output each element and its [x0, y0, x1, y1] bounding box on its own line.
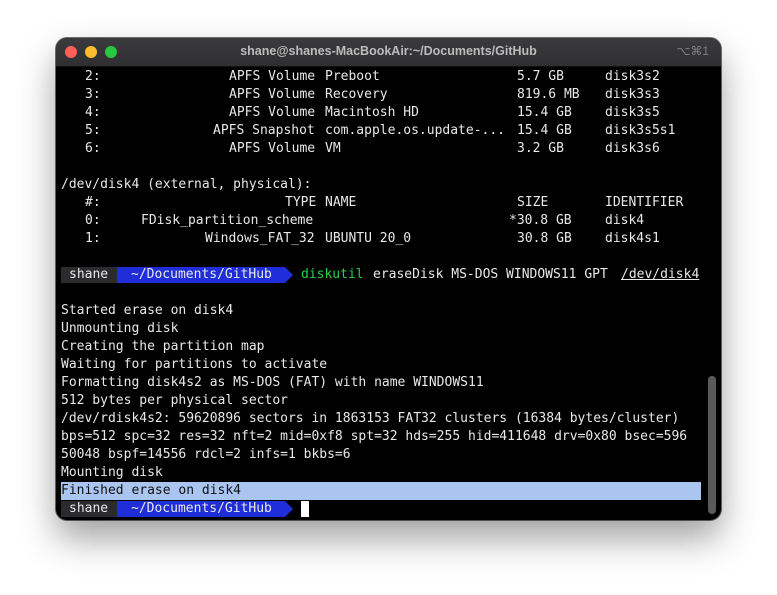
command-program: diskutil — [301, 267, 364, 282]
output-line: 512 bytes per physical sector — [61, 393, 288, 408]
partition-size: 15.4 GB — [517, 105, 572, 120]
partition-row: 4: APFS Volume Macintosh HD 15.4 GB disk… — [61, 104, 660, 122]
scrollbar[interactable] — [708, 376, 716, 514]
partition-size: 819.6 MB — [517, 87, 580, 102]
selected-output-line[interactable]: Finished erase on disk4 — [61, 482, 701, 500]
column-size: SIZE — [517, 195, 549, 210]
partition-size: 5.7 GB — [517, 69, 564, 84]
partition-type: APFS Snapshot — [213, 123, 315, 138]
partition-number: 2: — [85, 69, 101, 84]
partition-row: 5: APFS Snapshot com.apple.os.update-...… — [61, 122, 675, 140]
partition-size: 3.2 GB — [517, 141, 564, 156]
output-line: Unmounting disk — [61, 321, 179, 336]
column-name: NAME — [325, 195, 357, 210]
partition-size: 15.4 GB — [517, 123, 572, 138]
partition-type: APFS Volume — [229, 69, 316, 84]
column-type: TYPE — [285, 195, 317, 210]
output-line: Formatting disk4s2 as MS-DOS (FAT) with … — [61, 375, 484, 390]
prompt-arrow-icon — [285, 267, 293, 283]
prompt-user: shane — [61, 267, 117, 283]
partition-identifier: disk3s3 — [605, 87, 660, 102]
partition-number: 3: — [85, 87, 101, 102]
prompt-user: shane — [61, 501, 117, 517]
text-cursor — [301, 501, 309, 517]
partition-row: 2: APFS Volume Preboot 5.7 GB disk3s2 — [61, 68, 660, 86]
partition-row: 1: Windows_FAT_32 UBUNTU 20_0 30.8 GB di… — [61, 230, 660, 248]
partition-row: 6: APFS Volume VM 3.2 GB disk3s6 — [61, 140, 660, 158]
partition-number: 4: — [85, 105, 101, 120]
output-line: Started erase on disk4 — [61, 303, 234, 318]
partition-name: Macintosh HD — [325, 105, 419, 120]
column-identifier: IDENTIFIER — [605, 195, 684, 210]
prompt-path: ~/Documents/GitHub — [117, 267, 285, 283]
partition-name: UBUNTU 20_0 — [325, 231, 412, 246]
partition-identifier: disk4 — [605, 213, 645, 228]
partition-type: FDisk_partition_scheme — [141, 213, 314, 228]
terminal-content[interactable]: 2: APFS Volume Preboot 5.7 GB disk3s2 3:… — [61, 68, 706, 520]
output-line: 50048 bspf=14556 rdcl=2 infs=1 bkbs=6 — [61, 447, 351, 462]
partition-type: APFS Volume — [229, 87, 316, 102]
output-line: Creating the partition map — [61, 339, 265, 354]
command-line: shane ~/Documents/GitHub diskutil eraseD… — [61, 266, 706, 284]
output-line: Mounting disk — [61, 465, 163, 480]
partition-identifier: disk3s5 — [605, 105, 660, 120]
partition-type: Windows_FAT_32 — [205, 231, 315, 246]
output-line: /dev/rdisk4s2: 59620896 sectors in 18631… — [61, 411, 680, 426]
title-bar[interactable]: shane@shanes-MacBookAir:~/Documents/GitH… — [56, 38, 721, 67]
partition-number: 1: — [85, 231, 101, 246]
partition-name: Recovery — [325, 87, 388, 102]
output-line: bps=512 spc=32 res=32 nft=2 mid=0xf8 spt… — [61, 429, 688, 444]
partition-type: APFS Volume — [229, 141, 316, 156]
current-prompt[interactable]: shane ~/Documents/GitHub — [61, 500, 706, 518]
partition-number: 5: — [85, 123, 101, 138]
partition-name: VM — [325, 141, 341, 156]
prompt-arrow-icon — [285, 501, 293, 517]
partition-identifier: disk3s2 — [605, 69, 660, 84]
terminal-window: shane@shanes-MacBookAir:~/Documents/GitH… — [56, 38, 721, 520]
prompt-path: ~/Documents/GitHub — [117, 501, 285, 517]
window-title: shane@shanes-MacBookAir:~/Documents/GitH… — [240, 44, 537, 58]
window-shortcut: ⌥⌘1 — [676, 44, 709, 58]
command-target: /dev/disk4 — [621, 267, 700, 282]
column-number: #: — [85, 195, 101, 210]
partition-identifier: disk3s5s1 — [605, 123, 676, 138]
partition-name: Preboot — [325, 69, 380, 84]
partition-identifier: disk3s6 — [605, 141, 660, 156]
partition-row: 3: APFS Volume Recovery 819.6 MB disk3s3 — [61, 86, 660, 104]
partition-identifier: disk4s1 — [605, 231, 660, 246]
partition-type: APFS Volume — [229, 105, 316, 120]
partition-size: *30.8 GB — [509, 213, 572, 228]
partition-name: com.apple.os.update-... — [325, 123, 506, 138]
disk-header: /dev/disk4 (external, physical): — [61, 177, 312, 192]
column-headers: #: TYPE NAME SIZE IDENTIFIER — [61, 194, 683, 212]
partition-number: 0: — [85, 213, 101, 228]
command-args: eraseDisk MS-DOS WINDOWS11 GPT — [373, 267, 608, 282]
partition-row: 0: FDisk_partition_scheme *30.8 GB disk4 — [61, 212, 644, 230]
partition-size: 30.8 GB — [517, 231, 572, 246]
output-line: Waiting for partitions to activate — [61, 357, 328, 372]
partition-number: 6: — [85, 141, 101, 156]
